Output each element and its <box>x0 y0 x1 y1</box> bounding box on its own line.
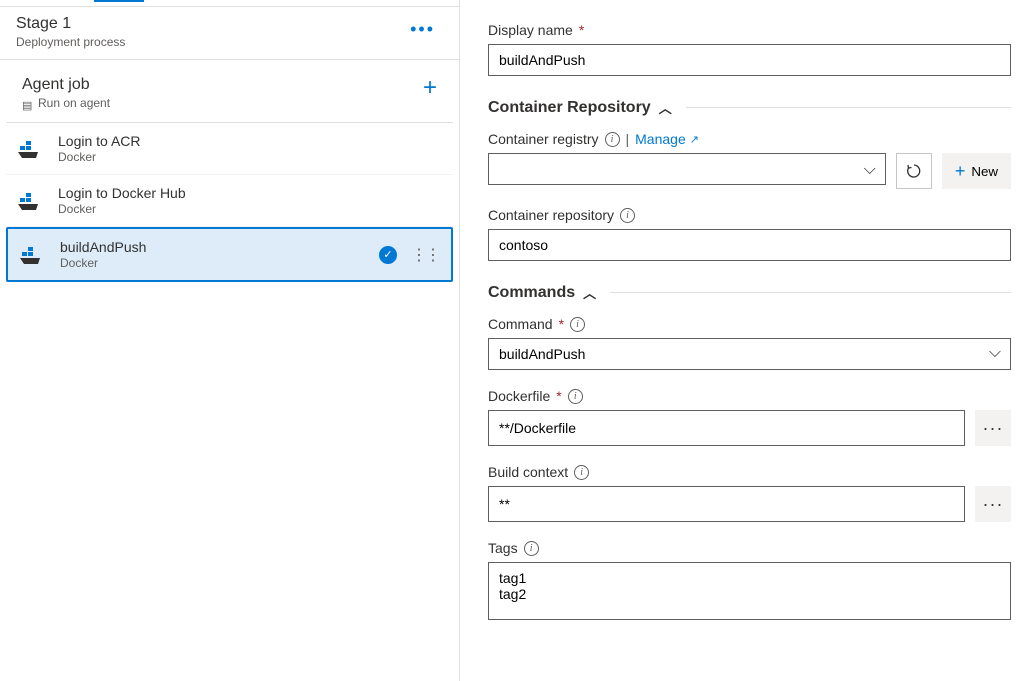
task-title: Login to Docker Hub <box>58 185 441 201</box>
task-list: Login to ACR Docker Login to Docker Hub … <box>6 123 453 282</box>
dockerfile-input[interactable] <box>488 410 965 446</box>
task-subtype: Docker <box>58 150 441 164</box>
docker-icon <box>18 138 44 160</box>
command-label: Command* i <box>488 316 1011 332</box>
task-title: buildAndPush <box>60 239 365 255</box>
task-subtype: Docker <box>58 202 441 216</box>
active-tab-indicator <box>94 0 144 2</box>
agent-job-subtitle: Run on agent <box>22 96 110 110</box>
tags-textarea[interactable] <box>488 562 1011 620</box>
stage-title: Stage 1 <box>16 15 125 33</box>
info-icon[interactable]: i <box>620 208 635 223</box>
task-row[interactable]: Login to ACR Docker <box>6 123 453 175</box>
section-container-repository[interactable]: Container Repository ︿ <box>488 98 1011 117</box>
dockerfile-label: Dockerfile* i <box>488 388 1011 404</box>
info-icon[interactable]: i <box>605 132 620 147</box>
stage-subtitle: Deployment process <box>16 35 125 49</box>
external-link-icon: ↗ <box>690 133 699 146</box>
container-registry-label: Container registry i | Manage ↗ <box>488 131 1011 147</box>
container-repository-label: Container repository i <box>488 207 1011 223</box>
display-name-label: Display name* <box>488 22 1011 38</box>
browse-build-context-button[interactable]: ··· <box>975 486 1011 522</box>
tasks-panel: Stage 1 Deployment process ••• Agent job… <box>0 0 460 681</box>
server-icon <box>22 98 34 108</box>
manage-link[interactable]: Manage ↗ <box>635 131 699 147</box>
refresh-button[interactable] <box>896 153 932 189</box>
chevron-up-icon: ︿ <box>583 283 596 302</box>
check-badge-icon: ✓ <box>379 246 397 264</box>
docker-icon <box>20 244 46 266</box>
section-commands[interactable]: Commands ︿ <box>488 283 1011 302</box>
info-icon[interactable]: i <box>574 465 589 480</box>
build-context-label: Build context i <box>488 464 1011 480</box>
task-details-panel: Display name* Container Repository ︿ Con… <box>460 0 1033 681</box>
stage-header: Stage 1 Deployment process ••• <box>0 6 459 60</box>
drag-handle-icon[interactable]: ⋮⋮ <box>411 245 439 265</box>
chevron-up-icon: ︿ <box>659 98 672 117</box>
new-registry-button[interactable]: + New <box>942 153 1011 189</box>
more-icon[interactable]: ••• <box>402 15 443 44</box>
plus-icon: + <box>955 161 966 182</box>
add-task-button[interactable]: + <box>423 76 437 100</box>
tags-label: Tags i <box>488 540 1011 556</box>
docker-icon <box>18 190 44 212</box>
task-row-selected[interactable]: buildAndPush Docker ✓ ⋮⋮ <box>6 227 453 282</box>
container-repository-input[interactable] <box>488 229 1011 261</box>
info-icon[interactable]: i <box>568 389 583 404</box>
refresh-icon <box>906 163 922 179</box>
display-name-input[interactable] <box>488 44 1011 76</box>
task-row[interactable]: Login to Docker Hub Docker <box>6 175 453 227</box>
task-title: Login to ACR <box>58 133 441 149</box>
container-registry-select[interactable] <box>488 153 886 185</box>
browse-dockerfile-button[interactable]: ··· <box>975 410 1011 446</box>
agent-job-header[interactable]: Agent job Run on agent + <box>6 66 453 123</box>
info-icon[interactable]: i <box>570 317 585 332</box>
command-select[interactable]: buildAndPush <box>488 338 1011 370</box>
build-context-input[interactable] <box>488 486 965 522</box>
task-subtype: Docker <box>60 256 365 270</box>
agent-job-title: Agent job <box>22 76 110 94</box>
info-icon[interactable]: i <box>524 541 539 556</box>
